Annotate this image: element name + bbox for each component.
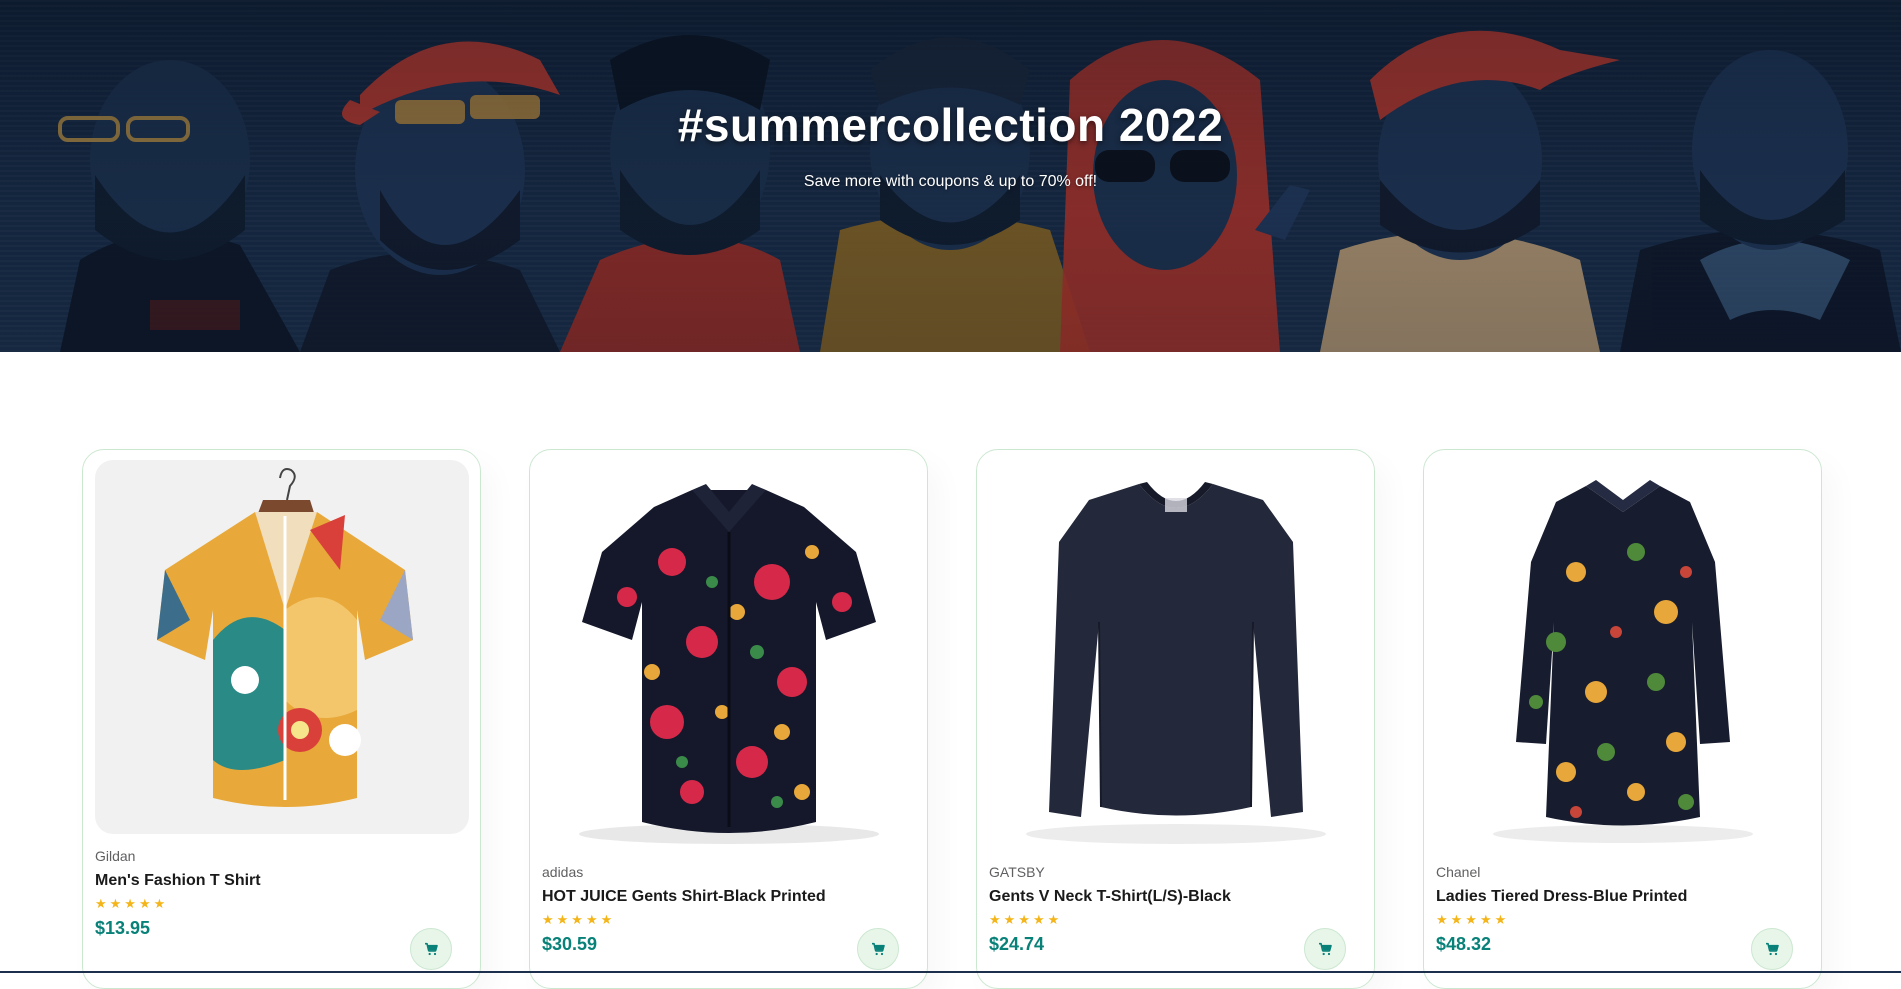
hero-title: #summercollection 2022 <box>677 99 1224 151</box>
product-name[interactable]: HOT JUICE Gents Shirt-Black Printed <box>542 888 915 906</box>
product-card[interactable]: adidas HOT JUICE Gents Shirt-Black Print… <box>529 449 928 989</box>
hero-banner: #summercollection 2022 Save more with co… <box>0 0 1901 352</box>
add-to-cart-button[interactable] <box>1304 928 1346 970</box>
product-price: $13.95 <box>95 918 151 938</box>
product-brand: Chanel <box>1436 864 1481 880</box>
product-image[interactable] <box>1436 472 1810 846</box>
product-card[interactable]: GATSBY Gents V Neck T-Shirt(L/S)-Black ★… <box>976 449 1375 989</box>
product-card[interactable]: Chanel Ladies Tiered Dress-Blue Printed … <box>1423 449 1822 989</box>
star-rating-icon: ★★★★★ <box>95 896 169 911</box>
cart-icon <box>1319 942 1332 956</box>
cart-icon <box>1766 942 1779 956</box>
product-brand: Gildan <box>95 848 136 864</box>
product-name[interactable]: Gents V Neck T-Shirt(L/S)-Black <box>989 888 1362 906</box>
product-name[interactable]: Ladies Tiered Dress-Blue Printed <box>1436 888 1809 906</box>
cart-icon <box>425 942 438 956</box>
cart-icon <box>872 942 885 956</box>
star-rating-icon: ★★★★★ <box>989 912 1063 927</box>
product-image[interactable] <box>542 472 916 846</box>
product-image[interactable] <box>989 472 1363 846</box>
product-info: Gildan Men's Fashion T Shirt ★★★★★ $13.9… <box>95 848 468 939</box>
star-rating-icon: ★★★★★ <box>1436 912 1510 927</box>
star-rating-icon: ★★★★★ <box>542 912 616 927</box>
add-to-cart-button[interactable] <box>857 928 899 970</box>
add-to-cart-button[interactable] <box>410 928 452 970</box>
add-to-cart-button[interactable] <box>1751 928 1793 970</box>
product-card[interactable]: Gildan Men's Fashion T Shirt ★★★★★ $13.9… <box>82 449 481 989</box>
product-brand: adidas <box>542 864 584 880</box>
product-image[interactable] <box>95 460 469 834</box>
product-name[interactable]: Men's Fashion T Shirt <box>95 872 468 890</box>
hero-subtitle: Save more with coupons & up to 70% off! <box>803 173 1098 190</box>
product-brand: GATSBY <box>989 864 1045 880</box>
